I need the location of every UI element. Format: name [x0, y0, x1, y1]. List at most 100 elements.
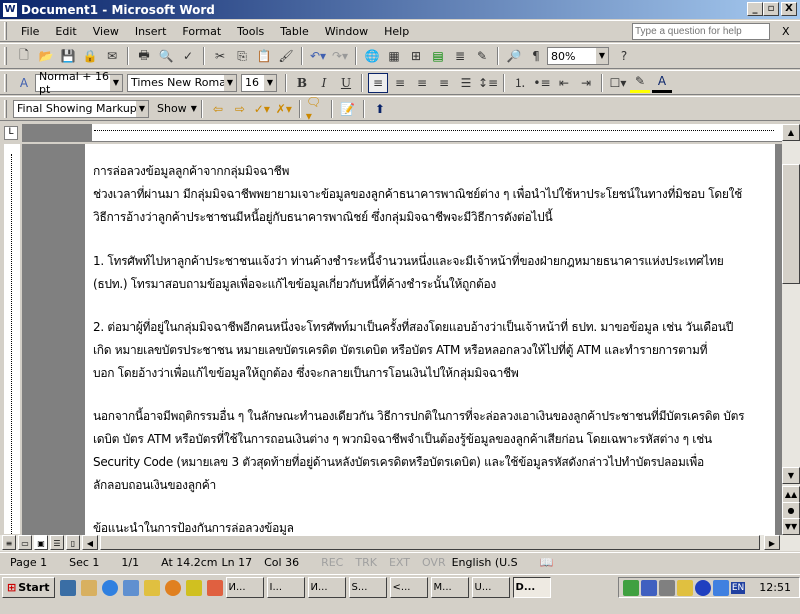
align-center-icon[interactable]: ≡ — [390, 73, 410, 93]
chevron-down-icon[interactable]: ▼ — [596, 48, 608, 64]
tray-globe-icon[interactable] — [640, 579, 657, 596]
horizontal-scrollbar[interactable]: ≡ ▭ ▣ ☰ ▯ ◀ ▶ — [0, 535, 800, 551]
font-select[interactable]: Times New Roman ▼ — [127, 73, 237, 92]
clock-app-icon[interactable] — [185, 579, 202, 596]
scroll-up-button[interactable]: ▲ — [782, 124, 800, 141]
taskbar-item[interactable]: И... — [307, 577, 346, 598]
increase-indent-icon[interactable]: ⇥ — [576, 73, 596, 93]
start-button[interactable]: ⊞ Start — [2, 577, 55, 598]
media-player-icon[interactable] — [164, 579, 181, 596]
justify-icon[interactable]: ≡ — [434, 73, 454, 93]
save-icon[interactable]: 💾 — [58, 46, 78, 66]
menu-table[interactable]: Table — [280, 25, 308, 38]
next-page-icon[interactable]: ▼▼ — [782, 518, 800, 535]
scroll-thumb[interactable] — [782, 164, 800, 284]
outlook-icon[interactable] — [122, 579, 139, 596]
status-rec[interactable]: REC — [321, 556, 343, 569]
chevron-down-icon[interactable]: ▼ — [136, 100, 148, 117]
scroll-left-button[interactable]: ◀ — [82, 535, 98, 550]
tray-monitor-icon[interactable] — [676, 579, 693, 596]
zoom-select[interactable]: 80% ▼ — [547, 47, 609, 65]
document-map-icon[interactable]: 🔎 — [504, 46, 524, 66]
font-size-select[interactable]: 16 ▼ — [241, 73, 277, 92]
document-area[interactable]: การล่อลวงข้อมูลลูกค้าจากกลุ่มมิจฉาชีพ ช่… — [22, 144, 782, 535]
tray-network-icon[interactable] — [622, 579, 639, 596]
status-ovr[interactable]: OVR — [422, 556, 446, 569]
tables-borders-icon[interactable]: ▦ — [384, 46, 404, 66]
taskbar-item[interactable]: И... — [225, 577, 264, 598]
paste-icon[interactable]: 📋 — [254, 46, 274, 66]
chevron-down-icon[interactable]: ▼ — [264, 74, 276, 91]
restore-button[interactable]: ▫ — [763, 2, 779, 16]
accept-change-icon[interactable]: ✓▾ — [252, 99, 272, 119]
vertical-ruler[interactable] — [4, 144, 20, 534]
menu-file[interactable]: File — [21, 25, 39, 38]
previous-page-icon[interactable]: ▲▲ — [782, 486, 800, 503]
spelling-icon[interactable]: ✓ — [178, 46, 198, 66]
distributed-icon[interactable]: ☰ — [456, 73, 476, 93]
permission-icon[interactable]: 🔒 — [80, 46, 100, 66]
scroll-thumb-horizontal[interactable] — [100, 535, 760, 550]
drawing-icon[interactable]: ✎ — [472, 46, 492, 66]
book-icon[interactable] — [80, 579, 97, 596]
menu-insert[interactable]: Insert — [135, 25, 167, 38]
status-trk[interactable]: TRK — [355, 556, 377, 569]
language-indicator[interactable]: EN — [730, 581, 746, 594]
normal-view-icon[interactable]: ≡ — [2, 535, 16, 550]
taskbar-item[interactable]: S... — [348, 577, 387, 598]
styles-icon[interactable]: A — [14, 73, 34, 93]
taskbar-item[interactable]: I... — [266, 577, 305, 598]
style-select[interactable]: Normal + 16 pt ▼ — [35, 70, 123, 96]
previous-change-icon[interactable]: ⇦ — [208, 99, 228, 119]
menu-edit[interactable]: Edit — [55, 25, 76, 38]
web-view-icon[interactable]: ▭ — [18, 535, 32, 550]
italic-button[interactable]: I — [314, 73, 334, 93]
page[interactable]: การล่อลวงข้อมูลลูกค้าจากกลุ่มมิจฉาชีพ ช่… — [85, 144, 775, 535]
status-ext[interactable]: EXT — [389, 556, 410, 569]
underline-button[interactable]: U — [336, 73, 356, 93]
menu-window[interactable]: Window — [325, 25, 368, 38]
numbering-icon[interactable]: ⒈ — [510, 73, 530, 93]
tray-volume-icon[interactable] — [694, 579, 711, 596]
email-icon[interactable]: ✉ — [102, 46, 122, 66]
menu-tools[interactable]: Tools — [237, 25, 264, 38]
redo-icon[interactable]: ↷▾ — [330, 46, 350, 66]
bold-button[interactable]: B — [292, 73, 312, 93]
help-search-input[interactable] — [632, 23, 770, 40]
format-painter-icon[interactable]: 🖌 — [276, 46, 296, 66]
taskbar-item[interactable]: <... — [389, 577, 428, 598]
select-browse-object-icon[interactable]: ● — [782, 502, 800, 519]
insert-comment-icon[interactable]: 🗨▾ — [306, 95, 326, 123]
reject-change-icon[interactable]: ✗▾ — [274, 99, 294, 119]
print-view-icon[interactable]: ▣ — [34, 535, 48, 550]
vertical-scrollbar[interactable]: ▲ ▼ ▲▲ ● ▼▼ — [782, 124, 800, 535]
internet-explorer-icon[interactable] — [101, 579, 118, 596]
copy-icon[interactable]: ⎘ — [232, 46, 252, 66]
chevron-down-icon[interactable]: ▼ — [224, 74, 236, 91]
help-icon[interactable]: ? — [614, 46, 634, 66]
menu-help[interactable]: Help — [384, 25, 409, 38]
spelling-status-icon[interactable]: 📖 — [540, 556, 554, 569]
line-spacing-icon[interactable]: ↕≡ — [478, 73, 498, 93]
new-icon[interactable]: 🗋 — [14, 46, 34, 66]
paint-icon[interactable] — [206, 579, 223, 596]
taskbar-item[interactable]: U... — [471, 577, 510, 598]
columns-icon[interactable]: ≣ — [450, 46, 470, 66]
next-change-icon[interactable]: ⇨ — [230, 99, 250, 119]
print-icon[interactable]: 🖶 — [134, 46, 154, 66]
insert-excel-icon[interactable]: ▤ — [428, 46, 448, 66]
outline-view-icon[interactable]: ☰ — [50, 535, 64, 550]
align-right-icon[interactable]: ≡ — [412, 73, 432, 93]
minimize-button[interactable]: _ — [747, 2, 763, 16]
font-color-icon[interactable]: A — [652, 73, 672, 93]
chevron-down-icon[interactable]: ▼ — [110, 74, 122, 91]
show-hide-icon[interactable]: ¶ — [526, 46, 546, 66]
taskbar-item-excel[interactable]: M... — [430, 577, 469, 598]
open-icon[interactable]: 📂 — [36, 46, 56, 66]
scroll-down-button[interactable]: ▼ — [782, 467, 800, 484]
close-button[interactable]: X — [781, 2, 797, 16]
tray-sync-icon[interactable] — [712, 579, 729, 596]
show-menu-button[interactable]: Show — [157, 102, 187, 115]
track-changes-icon[interactable]: 📝 — [338, 99, 358, 119]
bullets-icon[interactable]: •≡ — [532, 73, 552, 93]
